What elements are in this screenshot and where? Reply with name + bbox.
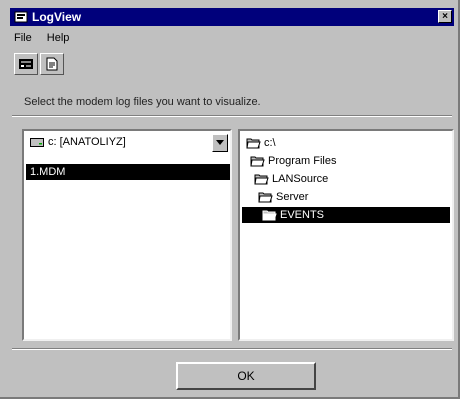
menu-file[interactable]: File — [14, 32, 32, 44]
divider-bottom — [12, 348, 452, 350]
ok-button[interactable]: OK — [176, 362, 316, 390]
modem-log-icon — [19, 59, 33, 69]
tree-item-events[interactable]: EVENTS — [242, 207, 450, 223]
close-button[interactable]: × — [438, 10, 452, 23]
tree-item-label: Server — [276, 191, 309, 203]
open-folder-icon — [246, 138, 261, 149]
logview-app-icon — [14, 11, 28, 23]
toolbar-button-document[interactable] — [40, 53, 64, 75]
drive-select-value: c: [ANATOLIYZ] — [48, 136, 126, 148]
toolbar-button-modem-log[interactable] — [14, 53, 38, 75]
window-title: LogView — [32, 10, 82, 24]
open-folder-icon — [258, 192, 273, 203]
drive-dropdown-button[interactable] — [212, 134, 228, 152]
list-item[interactable]: 1.MDM — [26, 164, 230, 180]
open-folder-icon — [262, 210, 277, 221]
tree-item-label: c:\ — [264, 137, 276, 149]
tree-item-label: EVENTS — [280, 209, 325, 221]
ok-button-label: OK — [237, 369, 255, 383]
instruction-text: Select the modem log files you want to v… — [24, 96, 261, 108]
drive-icon — [30, 138, 44, 147]
tree-item-label: Program Files — [268, 155, 337, 167]
document-icon — [46, 57, 58, 71]
folder-tree-panel[interactable]: c:\ Program Files LANSource Server EVENT… — [238, 129, 454, 341]
menu-help[interactable]: Help — [47, 32, 70, 44]
tree-item-root[interactable]: c:\ — [246, 135, 366, 151]
drive-select[interactable]: c: [ANATOLIYZ] — [26, 134, 228, 152]
file-list-panel[interactable]: c: [ANATOLIYZ] 1.MDM — [22, 129, 232, 341]
tree-item-lansource[interactable]: LANSource — [254, 171, 404, 187]
close-icon: × — [442, 11, 448, 22]
divider-top — [12, 115, 452, 117]
tree-item-program-files[interactable]: Program Files — [250, 153, 400, 169]
tree-item-label: LANSource — [272, 173, 329, 185]
title-bar[interactable]: LogView × — [10, 8, 454, 26]
menu-bar: File Help — [14, 32, 81, 48]
open-folder-icon — [254, 174, 269, 185]
open-folder-icon — [250, 156, 265, 167]
logview-window: LogView × File Help Select the modem log… — [0, 0, 460, 399]
chevron-down-icon — [216, 140, 224, 145]
tree-item-server[interactable]: Server — [258, 189, 408, 205]
